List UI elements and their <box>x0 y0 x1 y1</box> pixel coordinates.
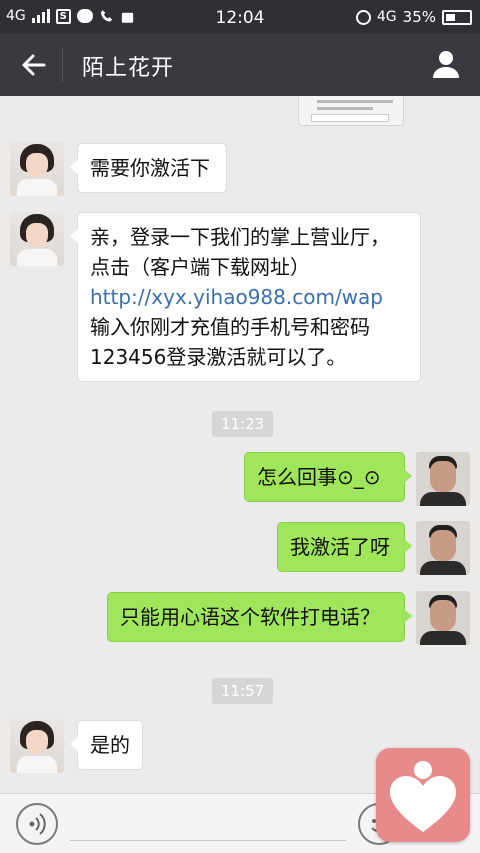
contact-avatar[interactable] <box>10 719 64 773</box>
message-bubble-incoming[interactable]: 需要你激活下 <box>70 143 227 193</box>
message-text: 亲，登录一下我们的掌上营业厅，点击（客户端下载网址） <box>90 225 390 279</box>
person-icon[interactable] <box>430 48 462 80</box>
heart-icon <box>390 761 456 832</box>
image-message-preview[interactable] <box>298 96 404 126</box>
message-input[interactable] <box>70 840 346 841</box>
message-timestamp: 11:57 <box>212 678 274 704</box>
data-network: 4G <box>376 9 397 25</box>
message-bubble-outgoing[interactable]: 怎么回事⊙_⊙ <box>244 452 412 502</box>
message-link[interactable]: http://xyx.yihao988.com/wap <box>90 285 383 309</box>
floating-heart-widget[interactable] <box>376 748 470 842</box>
status-right: 4G 35% <box>355 8 472 26</box>
message-bubble-outgoing[interactable]: 我激活了呀 <box>277 522 412 572</box>
my-avatar[interactable] <box>416 521 470 575</box>
message-text: 输入你刚才充值的手机号和密码123456登录激活就可以了。 <box>90 315 370 369</box>
message-bubble-outgoing[interactable]: 只能用心语这个软件打电话？ <box>107 592 412 642</box>
contact-avatar[interactable] <box>10 142 64 196</box>
message-timestamp: 11:23 <box>212 411 274 437</box>
message-bubble-incoming[interactable]: 是的 <box>70 720 143 770</box>
status-bar: 4G S 12:04 4G 35% <box>0 0 480 34</box>
battery-percent: 35% <box>402 8 436 26</box>
my-avatar[interactable] <box>416 591 470 645</box>
message-bubble-incoming[interactable]: 亲，登录一下我们的掌上营业厅，点击（客户端下载网址） http://xyx.yi… <box>70 212 421 382</box>
contact-avatar[interactable] <box>10 212 64 266</box>
battery-icon <box>442 9 472 25</box>
voice-icon[interactable] <box>16 803 58 845</box>
my-avatar[interactable] <box>416 452 470 506</box>
arrow-left-icon[interactable] <box>18 49 50 81</box>
chat-title: 陌上花开 <box>82 56 175 81</box>
alarm-icon <box>355 9 371 25</box>
chat-header: 陌上花开 <box>0 34 480 96</box>
header-divider <box>62 48 63 82</box>
